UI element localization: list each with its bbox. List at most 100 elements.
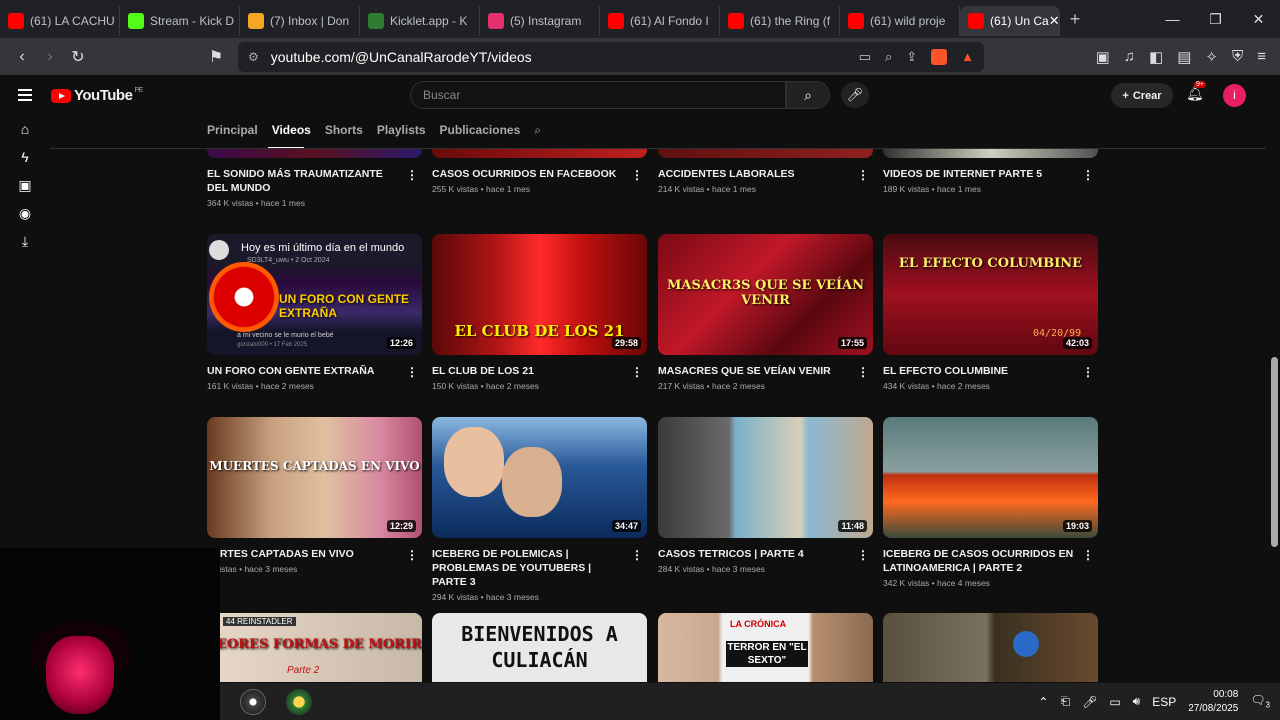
video-card[interactable]: BIENVENIDOS A CULIACÁN: [432, 613, 647, 682]
search-icon[interactable]: ⌕: [786, 81, 830, 109]
media-icon[interactable]: ♫: [1124, 48, 1135, 66]
tab-videos[interactable]: Videos: [272, 123, 311, 138]
thumbnail-stub[interactable]: [658, 149, 873, 158]
video-card[interactable]: Hoy es mi último día en el mundo SD3LT4_…: [207, 234, 422, 391]
video-card[interactable]: 34:47 ICEBERG DE POLEMICAS | PROBLEMAS D…: [432, 417, 647, 602]
reader-icon[interactable]: ▣: [1096, 48, 1110, 66]
new-tab-button[interactable]: +: [1060, 9, 1090, 30]
browser-tab[interactable]: Stream - Kick D: [120, 6, 240, 36]
avatar[interactable]: i: [1223, 84, 1246, 107]
browser-tab[interactable]: (61) Un Ca ✕: [960, 6, 1060, 36]
downloads-icon[interactable]: ⤓: [0, 227, 50, 255]
video-card[interactable]: LA CRÓNICA TERROR EN "EL SEXTO": [658, 613, 873, 682]
video-title[interactable]: CASOS OCURRIDOS EN FACEBOOK: [432, 167, 647, 181]
tab-publicaciones[interactable]: Publicaciones: [440, 123, 521, 138]
more-actions-icon[interactable]: ⋮: [857, 548, 869, 562]
browser-tab[interactable]: (7) Inbox | Don: [240, 6, 360, 36]
video-thumbnail[interactable]: EL EFECTO COLUMBINE 04/20/99 42:03: [883, 234, 1098, 355]
tab-playlists[interactable]: Playlists: [377, 123, 426, 138]
shorts-icon[interactable]: ϟ: [0, 143, 50, 171]
network-icon[interactable]: ▭: [1109, 695, 1120, 709]
video-thumbnail[interactable]: Hoy es mi último día en el mundo SD3LT4_…: [207, 234, 422, 355]
more-actions-icon[interactable]: ⋮: [406, 548, 418, 562]
menu-icon[interactable]: ≡: [1257, 48, 1266, 66]
you-icon[interactable]: ◉: [0, 199, 50, 227]
brave-rewards-icon[interactable]: ▲: [961, 49, 974, 65]
more-actions-icon[interactable]: ⋮: [1082, 365, 1094, 379]
address-bar[interactable]: ⚙ youtube.com/@UnCanalRarodeYT/videos ▭ …: [238, 41, 984, 72]
create-button[interactable]: + Crear: [1111, 83, 1173, 108]
leo-icon[interactable]: ✧: [1205, 48, 1218, 66]
thumbnail-stub[interactable]: [432, 149, 647, 158]
site-info-icon[interactable]: ⚙: [248, 50, 259, 64]
cast-icon[interactable]: ▭: [859, 49, 871, 65]
video-thumbnail[interactable]: 44 REINSTADLER PEORES FORMAS DE MORIR Pa…: [207, 613, 422, 682]
video-thumbnail[interactable]: BIENVENIDOS A CULIACÁN: [432, 613, 647, 682]
more-actions-icon[interactable]: ⋮: [631, 548, 643, 562]
minimize-icon[interactable]: —: [1151, 11, 1194, 28]
zoom-icon[interactable]: ⌕: [885, 49, 892, 65]
thumbnail-stub[interactable]: [883, 149, 1098, 158]
brave-shield-icon[interactable]: [931, 48, 948, 65]
video-card[interactable]: 44 REINSTADLER PEORES FORMAS DE MORIR Pa…: [207, 613, 422, 682]
notification-center-icon[interactable]: 🗨︎3: [1250, 693, 1270, 709]
page-scrollbar[interactable]: [1268, 75, 1280, 683]
channel-search-icon[interactable]: ⌕: [534, 123, 541, 138]
video-title[interactable]: CASOS TETRICOS | PARTE 4: [658, 547, 873, 561]
volume-icon[interactable]: 🔊︎: [1133, 694, 1141, 709]
browser-tab[interactable]: Kicklet.app - K: [360, 6, 480, 36]
video-title[interactable]: ICEBERG DE CASOS OCURRIDOS EN LATINOAMER…: [883, 547, 1098, 575]
video-card[interactable]: MASACR3S QUE SE VEÍAN VENIR 17:55 MASACR…: [658, 234, 873, 391]
obs-icon[interactable]: [240, 688, 266, 715]
close-tab-icon[interactable]: ✕: [1049, 13, 1059, 29]
thumbnail-stub[interactable]: [207, 149, 422, 158]
video-card[interactable]: EL SONIDO MÁS TRAUMATIZANTE DEL MUNDO 36…: [207, 158, 422, 208]
tab-shorts[interactable]: Shorts: [325, 123, 363, 138]
video-title[interactable]: JERTES CAPTADAS EN VIVO: [207, 547, 422, 561]
microphone-icon[interactable]: 🎤︎: [841, 82, 869, 108]
chevron-up-icon[interactable]: ⌃: [1038, 695, 1048, 709]
browser-tab[interactable]: (5) Instagram: [480, 6, 600, 36]
video-title[interactable]: EL CLUB DE LOS 21: [432, 364, 647, 378]
browser-tab[interactable]: (61) LA CACHU: [0, 6, 120, 36]
microphone-tray-icon[interactable]: 🎤︎: [1082, 695, 1097, 709]
video-title[interactable]: ACCIDENTES LABORALES: [658, 167, 873, 181]
video-title[interactable]: MASACRES QUE SE VEÍAN VENIR: [658, 364, 873, 378]
app-icon[interactable]: [286, 688, 312, 715]
more-actions-icon[interactable]: ⋮: [631, 168, 643, 182]
more-actions-icon[interactable]: ⋮: [857, 168, 869, 182]
video-card[interactable]: EL CLUB DE LOS 21 29:58 EL CLUB DE LOS 2…: [432, 234, 647, 391]
reload-icon[interactable]: ↻: [64, 47, 92, 67]
wallet-icon[interactable]: ▤: [1177, 48, 1191, 66]
youtube-logo[interactable]: YouTube PE: [51, 87, 143, 104]
more-actions-icon[interactable]: ⋮: [1082, 548, 1094, 562]
language-indicator[interactable]: ESP: [1152, 695, 1176, 709]
bookmark-icon[interactable]: ⚑: [202, 47, 230, 67]
close-window-icon[interactable]: ✕: [1237, 11, 1280, 28]
video-title[interactable]: EL EFECTO COLUMBINE: [883, 364, 1098, 378]
video-title[interactable]: VIDEOS DE INTERNET PARTE 5: [883, 167, 1098, 181]
browser-tab[interactable]: (61) the Ring (f: [720, 6, 840, 36]
video-thumbnail[interactable]: LA CRÓNICA TERROR EN "EL SEXTO": [658, 613, 873, 682]
more-actions-icon[interactable]: ⋮: [406, 168, 418, 182]
video-title[interactable]: ICEBERG DE POLEMICAS | PROBLEMAS DE YOUT…: [432, 547, 647, 589]
video-card[interactable]: VIDEOS DE INTERNET PARTE 5 189 K vistas …: [883, 158, 1098, 194]
scrollbar-thumb[interactable]: [1271, 357, 1278, 547]
video-thumbnail[interactable]: EL CLUB DE LOS 21 29:58: [432, 234, 647, 355]
forward-icon[interactable]: ›: [36, 48, 64, 66]
subscriptions-icon[interactable]: ▣: [0, 171, 50, 199]
video-card[interactable]: MUERTES CAPTADAS EN VIVO 12:29 JERTES CA…: [207, 417, 422, 574]
tab-principal[interactable]: Principal: [207, 123, 258, 138]
video-thumbnail[interactable]: [883, 613, 1098, 682]
guide-menu-icon[interactable]: [18, 89, 32, 101]
maximize-icon[interactable]: ❐: [1194, 11, 1237, 28]
video-thumbnail[interactable]: 19:03: [883, 417, 1098, 538]
search-input[interactable]: Buscar: [410, 81, 786, 109]
more-actions-icon[interactable]: ⋮: [857, 365, 869, 379]
video-thumbnail[interactable]: 34:47: [432, 417, 647, 538]
usb-icon[interactable]: ⎗: [1060, 694, 1070, 709]
more-actions-icon[interactable]: ⋮: [406, 365, 418, 379]
back-icon[interactable]: ‹: [8, 48, 36, 66]
video-title[interactable]: EL SONIDO MÁS TRAUMATIZANTE DEL MUNDO: [207, 167, 422, 195]
video-thumbnail[interactable]: MUERTES CAPTADAS EN VIVO 12:29: [207, 417, 422, 538]
